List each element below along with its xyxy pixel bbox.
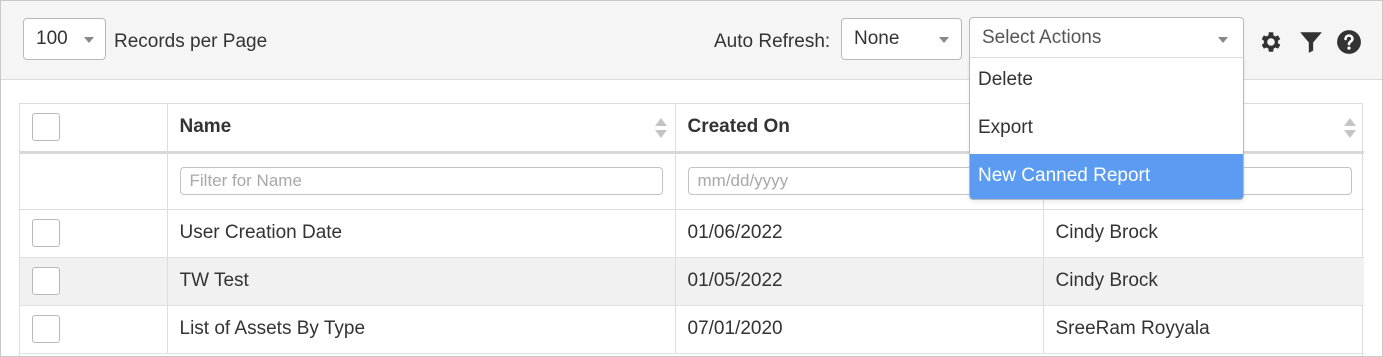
menu-item-export[interactable]: Export [970, 106, 1243, 154]
name-filter-input[interactable] [179, 167, 663, 195]
cell-name: User Creation Date [167, 209, 676, 258]
column-label-created-on: Created On [687, 116, 790, 138]
records-per-page-label: Records per Page [114, 31, 268, 52]
row-select-cell [20, 257, 168, 306]
row-checkbox[interactable] [32, 315, 60, 343]
table-row[interactable]: User Creation Date 01/06/2022 Cindy Broc… [20, 209, 1364, 258]
cell-created-by: SreeRam Royyala [1043, 305, 1364, 354]
menu-item-new-canned-report[interactable]: New Canned Report [970, 154, 1243, 199]
filter-icon[interactable] [1298, 29, 1324, 55]
actions-menu: Delete Export New Canned Report [969, 57, 1244, 200]
select-actions-label: Select Actions [982, 26, 1102, 48]
table-row[interactable]: List of Assets By Type 07/01/2020 SreeRa… [20, 305, 1364, 354]
cell-created-on: 07/01/2020 [675, 305, 1044, 354]
select-all-checkbox[interactable] [32, 113, 60, 142]
auto-refresh-value: None [854, 28, 900, 49]
row-select-cell [20, 209, 168, 258]
chevron-down-icon [939, 37, 949, 43]
auto-refresh-label: Auto Refresh: [714, 31, 831, 52]
report-list-panel: 100 Records per Page Auto Refresh: None … [0, 0, 1383, 357]
cell-created-by: Cindy Brock [1043, 209, 1364, 258]
cell-created-on: 01/05/2022 [675, 257, 1044, 306]
filter-cell-empty [20, 152, 168, 210]
cell-created-on: 01/06/2022 [675, 209, 1044, 258]
row-checkbox[interactable] [32, 267, 60, 295]
chevron-down-icon [84, 37, 94, 43]
menu-item-delete[interactable]: Delete [970, 58, 1243, 106]
chevron-down-icon [1218, 37, 1228, 43]
records-per-page-select[interactable]: 100 [23, 18, 106, 60]
row-checkbox[interactable] [32, 219, 60, 247]
select-actions-dropdown[interactable]: Select Actions [969, 17, 1244, 58]
column-label-name: Name [179, 116, 232, 138]
column-header-name[interactable]: Name [167, 104, 676, 152]
sort-icon[interactable] [654, 118, 667, 140]
row-select-cell [20, 305, 168, 354]
select-all-cell [20, 104, 168, 152]
auto-refresh-select[interactable]: None [841, 18, 962, 60]
cell-created-by: Cindy Brock [1043, 257, 1364, 306]
table-row[interactable]: TW Test 01/05/2022 Cindy Brock [20, 257, 1364, 306]
records-per-page-value: 100 [36, 28, 68, 49]
sort-icon[interactable] [1344, 118, 1356, 140]
cell-name: List of Assets By Type [167, 305, 676, 354]
gear-icon[interactable] [1258, 29, 1284, 55]
help-icon[interactable] [1336, 29, 1362, 55]
filter-cell-name [167, 152, 676, 210]
cell-name: TW Test [167, 257, 676, 306]
